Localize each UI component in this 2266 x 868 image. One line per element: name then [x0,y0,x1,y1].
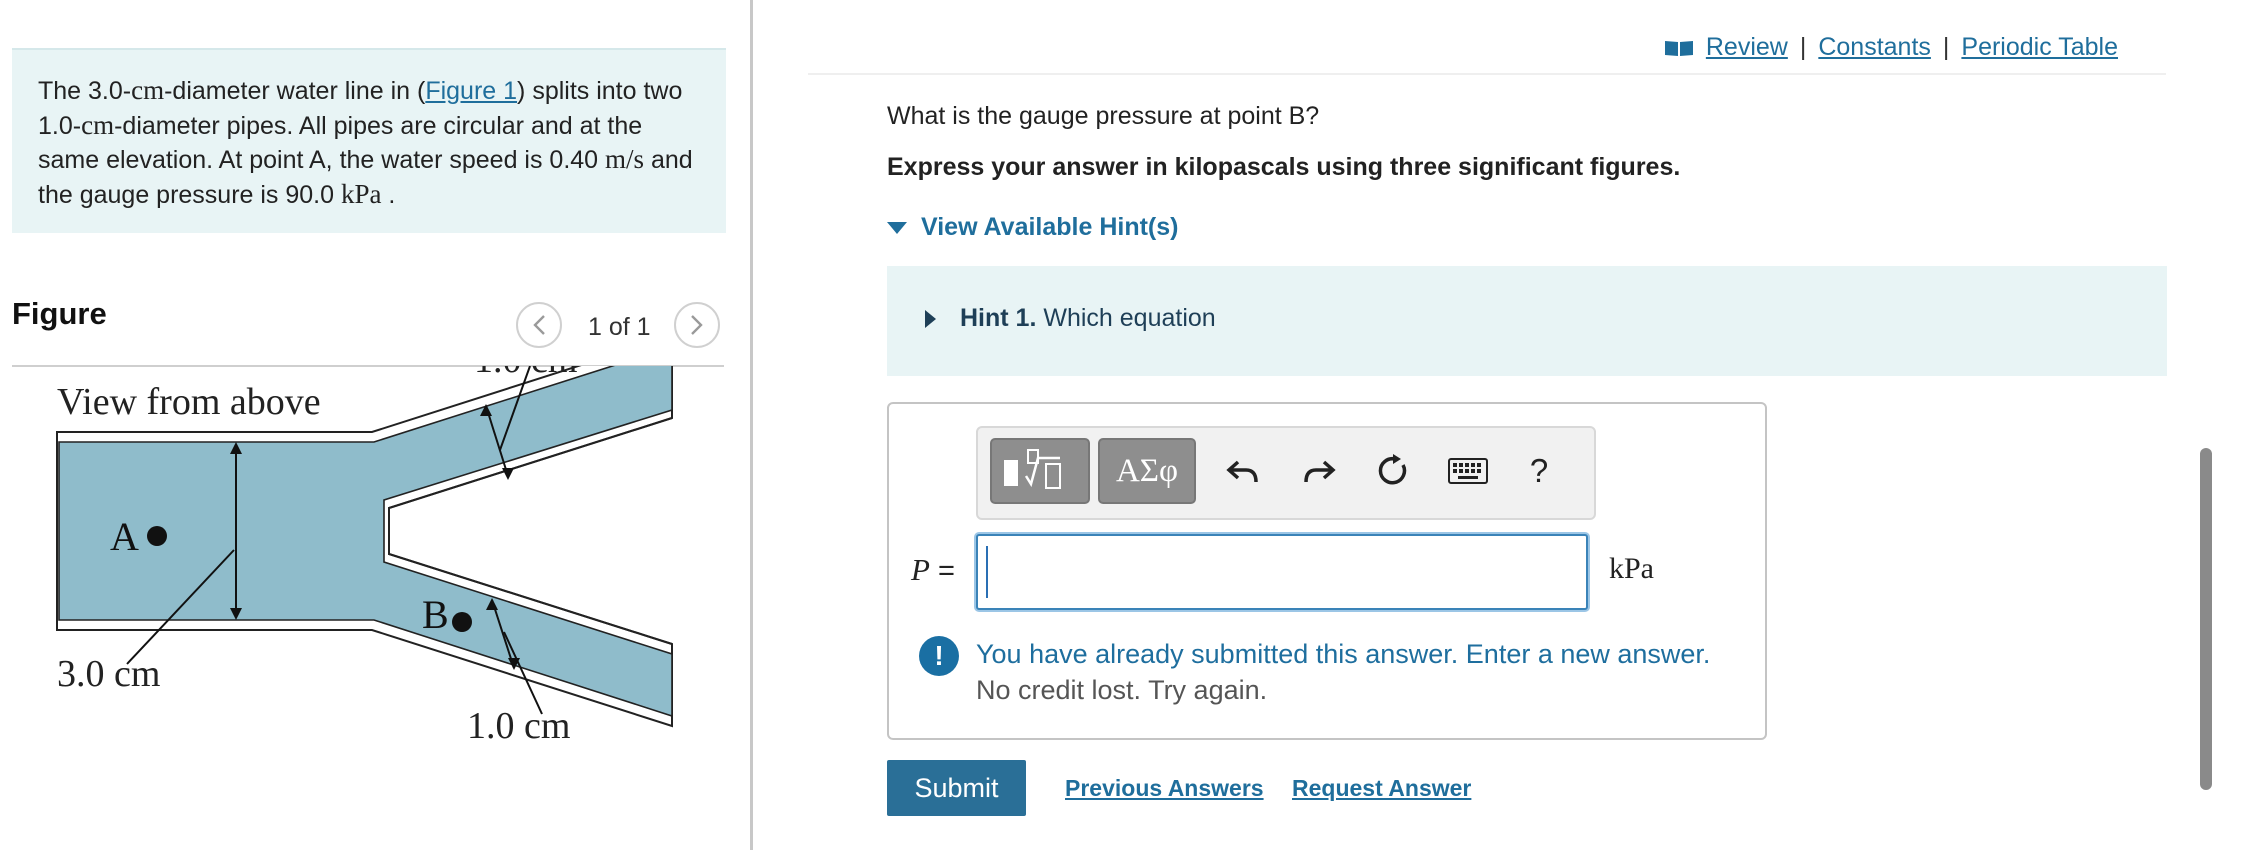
equals-sign: = [938,555,955,587]
point-a-label: A [110,514,139,559]
figure-title: Figure [12,296,107,331]
caret-down-icon [887,221,907,234]
link-separator: | [1799,33,1807,61]
figure-next-button[interactable] [674,302,720,348]
point-b-dot [452,612,472,632]
view-label: View from above [57,381,321,423]
hints-panel: Hint 1. Which equation [887,266,2167,376]
unit-cm: cm [81,109,115,140]
problem-text: . [381,180,396,209]
figure-counter: 1 of 1 [588,313,651,341]
unit-speed: m/s [605,144,645,174]
chevron-right-icon [691,315,703,335]
scrollbar-thumb[interactable] [2200,448,2212,790]
help-button[interactable]: ? [1514,446,1564,496]
reset-icon [1378,454,1407,485]
view-hints-label: View Available Hint(s) [921,213,1179,241]
undo-button[interactable] [1218,446,1268,496]
warning-message: You have already submitted this answer. … [976,639,1711,669]
header-divider [808,73,2166,75]
chevron-left-icon [533,315,545,335]
text-caret [986,546,988,598]
undo-icon [1226,460,1258,483]
problem-text: The 3.0- [38,77,132,105]
resource-links: Review | Constants | Periodic Table [1664,33,2118,62]
answer-box: ΑΣφ ? P = kPa ! You have already submitt… [887,402,1767,740]
pipe-figure: 1.0 cm View from above A B 3.0 cm [12,366,724,766]
review-link[interactable]: Review [1706,33,1788,62]
problem-text: -diameter water line in ( [164,77,426,105]
link-separator: | [1942,33,1950,61]
math-toolbar: ΑΣφ ? [976,426,1596,520]
templates-button[interactable] [990,438,1090,504]
hint-item-1[interactable]: Hint 1. Which equation [925,304,1216,333]
dim-bottom-label: 1.0 cm [467,705,570,747]
figure-link[interactable]: Figure 1 [425,77,517,105]
point-b-label: B [422,592,449,637]
hint-title: Hint 1. Which equation [960,304,1216,333]
keyboard-icon [1448,458,1488,484]
redo-icon [1304,460,1336,483]
constants-link[interactable]: Constants [1818,33,1931,62]
answer-unit: kPa [1609,552,1654,585]
instruction-text: Express your answer in kilopascals using… [887,153,1681,181]
answer-variable-label: P = [911,552,955,588]
book-icon [1664,33,1694,62]
hint-text: Which equation [1043,304,1216,332]
redo-button[interactable] [1294,446,1344,496]
problem-text: -diameter pipes. All pipes are circular … [38,111,643,175]
warning-subtext: No credit lost. Try again. [976,675,1268,705]
problem-statement: The 3.0-cm-diameter water line in (Figur… [12,48,726,233]
pane-divider[interactable] [750,0,753,850]
figure-prev-button[interactable] [516,302,562,348]
answer-input[interactable] [976,534,1588,610]
caret-right-icon [925,309,936,328]
submit-button[interactable]: Submit [887,760,1026,816]
symbols-button[interactable]: ΑΣφ [1098,438,1196,504]
reset-button[interactable] [1368,446,1418,496]
view-hints-toggle[interactable]: View Available Hint(s) [887,213,1178,242]
hint-number: Hint 1. [960,304,1037,332]
pipe-diagram: 1.0 cm View from above A B 3.0 cm [56,366,673,747]
variable-symbol: P [911,552,930,587]
unit-pressure: kPa [340,178,382,209]
point-a-dot [147,526,167,546]
unit-cm: cm [131,75,165,105]
dim-left-label: 3.0 cm [57,653,160,695]
request-answer-link[interactable]: Request Answer [1292,775,1471,802]
templates-icon [1004,449,1061,489]
previous-answers-link[interactable]: Previous Answers [1065,775,1264,802]
warning-icon: ! [919,636,959,676]
keyboard-button[interactable] [1440,446,1496,496]
periodic-table-link[interactable]: Periodic Table [1961,33,2118,62]
question-text: What is the gauge pressure at point B? [887,102,1320,130]
problem-pane: The 3.0-cm-diameter water line in (Figur… [0,0,752,868]
